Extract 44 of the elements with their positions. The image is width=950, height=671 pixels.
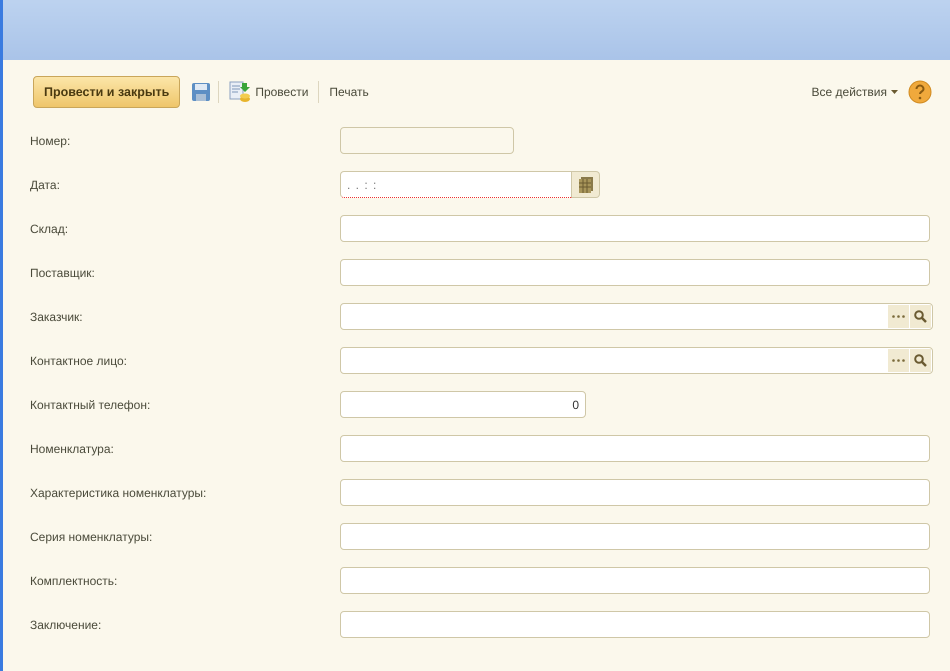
- search-icon: [914, 310, 927, 323]
- help-button[interactable]: [908, 80, 932, 104]
- field-label: Поставщик:: [30, 266, 96, 280]
- field-label: Контактный телефон:: [30, 398, 152, 412]
- number-field[interactable]: [340, 127, 514, 154]
- input-field[interactable]: [340, 567, 930, 594]
- select-field[interactable]: [340, 347, 933, 374]
- field-label: Заключение:: [30, 618, 102, 632]
- save-icon: [192, 83, 210, 101]
- search-button[interactable]: [910, 349, 931, 372]
- save-button[interactable]: [192, 83, 210, 101]
- phone-field[interactable]: 0: [340, 391, 586, 418]
- input-field[interactable]: [340, 435, 930, 462]
- choose-button[interactable]: [888, 305, 909, 328]
- help-icon: [908, 80, 932, 104]
- field-label: Заказчик:: [30, 310, 84, 324]
- field-label: Дата:: [30, 178, 61, 192]
- field-label: Номенклатура:: [30, 442, 115, 456]
- field-label: Номер:: [30, 134, 72, 148]
- post-and-close-button[interactable]: Провести и закрыть: [33, 76, 180, 108]
- all-actions-menu[interactable]: Все действия: [810, 85, 900, 99]
- select-field[interactable]: [340, 303, 933, 330]
- field-label: Характеристика номенклатуры:: [30, 486, 208, 500]
- input-field[interactable]: [340, 523, 930, 550]
- document-coins-icon: [229, 81, 252, 103]
- input-field[interactable]: [340, 611, 930, 638]
- search-icon: [914, 354, 927, 367]
- field-label: Серия номенклатуры:: [30, 530, 154, 544]
- field-label: Склад:: [30, 222, 70, 236]
- print-button[interactable]: Печать: [327, 85, 371, 99]
- field-label: Контактное лицо:: [30, 354, 128, 368]
- input-field[interactable]: [340, 215, 930, 242]
- choose-button[interactable]: [888, 349, 909, 372]
- input-field[interactable]: [340, 479, 930, 506]
- ellipsis-icon: [892, 359, 905, 362]
- calendar-icon: [578, 176, 592, 192]
- post-button[interactable]: Провести: [227, 81, 310, 103]
- search-button[interactable]: [910, 305, 931, 328]
- calendar-button[interactable]: [572, 171, 600, 198]
- date-field[interactable]: . . : :: [340, 171, 572, 198]
- field-label: Комплектность:: [30, 574, 118, 588]
- caret-icon: [891, 90, 898, 94]
- input-field[interactable]: [340, 259, 930, 286]
- ellipsis-icon: [892, 315, 905, 318]
